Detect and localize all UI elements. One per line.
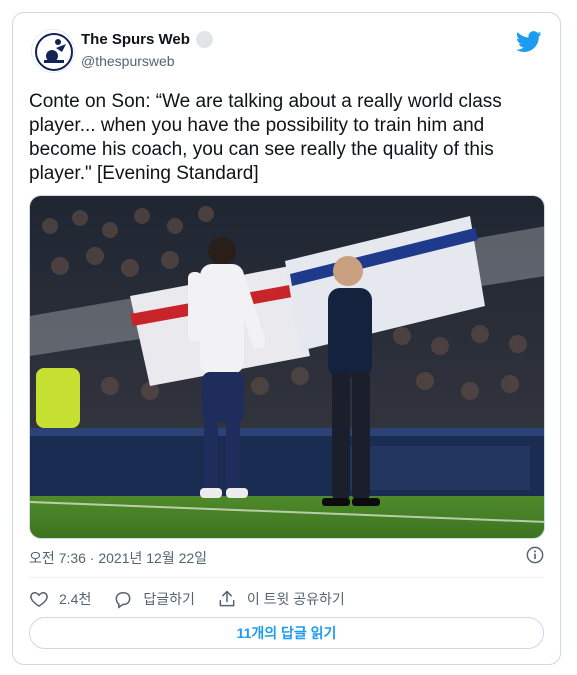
read-replies-button[interactable]: 11개의 답글 읽기 [29,617,544,649]
badge-icon [195,31,213,48]
football-photo [30,196,544,538]
like-button[interactable]: 2.4천 [29,589,91,609]
twitter-bird-icon[interactable] [516,31,542,53]
share-label: 이 트윗 공유하기 [246,591,345,607]
info-icon[interactable] [526,546,544,564]
avatar[interactable] [31,29,75,73]
tweet-actions: 2.4천 답글하기 이 트윗 공유하기 [29,586,367,612]
handle[interactable]: @thespursweb [81,53,175,69]
share-icon [219,590,235,607]
like-count: 2.4천 [59,591,92,607]
tweet-photo[interactable] [29,195,545,539]
reply-button[interactable]: 답글하기 [113,589,195,609]
share-button[interactable]: 이 트윗 공유하기 [217,589,345,609]
tweet-text: Conte on Son: “We are talking about a re… [29,91,508,184]
reply-label: 답글하기 [143,591,195,607]
reply-bubble-icon [115,592,131,609]
spurs-crest-icon [33,31,74,72]
tweet-header: The Spurs Web @thespursweb [31,29,544,77]
tweet-timestamp[interactable]: 오전 7:36 · 2021년 12월 22일 [29,548,207,568]
name-row: The Spurs Web [81,31,213,48]
heart-icon [30,591,48,607]
tweet-card[interactable]: The Spurs Web @thespursweb Conte on Son:… [12,12,561,665]
display-name[interactable]: The Spurs Web [81,31,190,48]
divider [29,577,544,578]
